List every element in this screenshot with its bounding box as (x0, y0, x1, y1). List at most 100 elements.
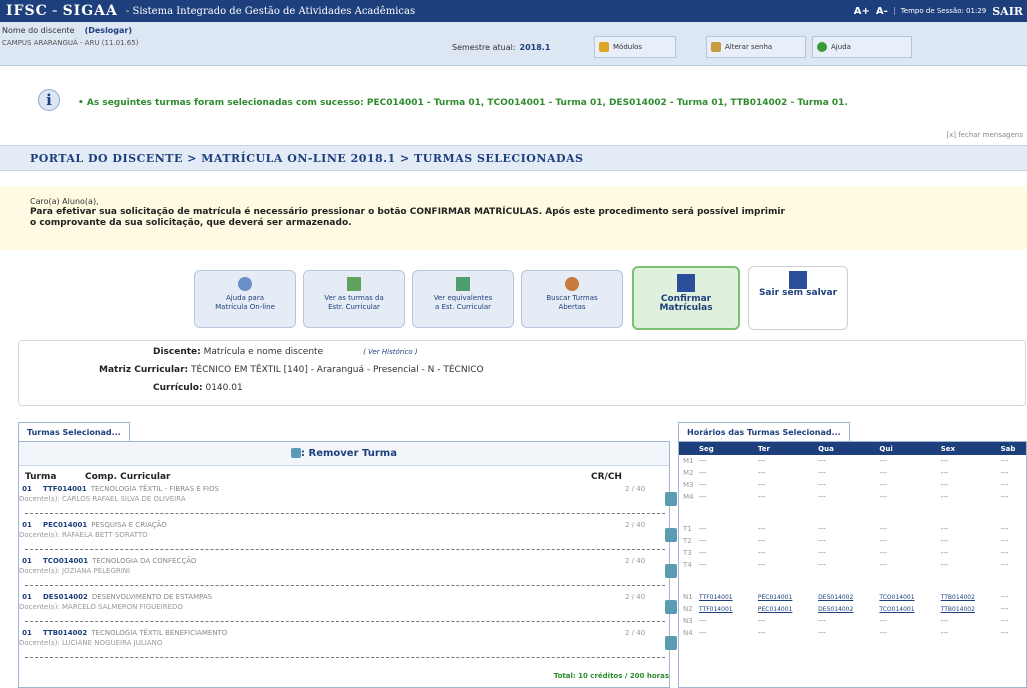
schedule-class-link[interactable]: TTB014002 (937, 603, 997, 615)
schedule-class-link[interactable]: TTF014001 (695, 603, 754, 615)
schedule-cell: --- (818, 617, 826, 625)
confirm-line-2: Matrículas (659, 303, 713, 313)
turma-number: 01 (22, 521, 32, 529)
equivalents-icon (456, 277, 470, 291)
schedule-row: M1 --- --- --- --- --- --- (679, 455, 1026, 467)
schedule-class-link[interactable]: TCO014001 (875, 603, 936, 615)
semester-info: Semestre atual: 2018.1 (452, 43, 550, 52)
schedule-slot-label: T3 (683, 549, 692, 557)
schedule-cell: --- (757, 537, 766, 545)
schedule-class-link[interactable]: PEC014001 (754, 591, 814, 603)
logout-link[interactable]: (Deslogar) (85, 26, 132, 35)
schedule-cell: --- (1000, 481, 1009, 489)
app-brand[interactable]: IFSC - SIGAA (6, 3, 118, 19)
history-link[interactable]: ( Ver Histórico ) (363, 348, 418, 356)
col-comp-curricular: Comp. Curricular (85, 472, 171, 482)
component-cell: TTF014001 TECNOLOGIA TÊXTIL - FIBRAS E FI… (43, 485, 219, 493)
schedule-class-link[interactable]: DES014002 (814, 603, 875, 615)
close-messages-link[interactable]: [x] fechar mensagens (946, 131, 1023, 139)
docente: Docente(s): LUCIANE NOGUEIRA JULIANO (19, 639, 163, 647)
schedule-panel: Seg Ter Qua Qui Sex Sab M1 --- --- --- --- --- --- M… (678, 441, 1027, 688)
schedule-day-header: Sab (996, 442, 1026, 455)
schedule-row: M2 --- --- --- --- --- --- (679, 467, 1026, 479)
cr-ch-value: 2 / 40 (625, 557, 646, 565)
schedule-cell: --- (757, 629, 766, 637)
schedule-cell: --- (879, 469, 887, 477)
tab-selected-classes[interactable]: Turmas Selecionad... (18, 422, 130, 442)
cr-ch-value: 2 / 40 (625, 485, 646, 493)
component-code[interactable]: PEC014001 (43, 521, 87, 529)
schedule-cell: --- (940, 481, 949, 489)
matriz-value: TÉCNICO EM TÊXTIL [140] - Araranguá - Pr… (191, 365, 484, 375)
schedule-cell: --- (1000, 537, 1009, 545)
component-code[interactable]: DES014002 (43, 593, 88, 601)
schedule-class-link[interactable]: TTF014001 (695, 591, 754, 603)
schedule-cell: --- (818, 457, 826, 465)
brand-separator: - (51, 3, 59, 19)
component-name: PESQUISA E CRIAÇÃO (91, 521, 167, 529)
remove-class-icon[interactable] (665, 528, 677, 542)
remove-class-icon[interactable] (665, 600, 677, 614)
modules-button[interactable]: Módulos (594, 36, 676, 58)
component-cell: PEC014001 PESQUISA E CRIAÇÃO (43, 521, 167, 529)
search-open-classes-button[interactable]: Buscar Turmas Abertas (521, 270, 623, 328)
schedule-cell: --- (699, 537, 707, 545)
font-increase-button[interactable]: A+ (854, 6, 870, 17)
curricular-classes-button[interactable]: Ver as turmas da Estr. Curricular (303, 270, 405, 328)
help-button[interactable]: Ajuda (812, 36, 912, 58)
schedule-cell: --- (699, 629, 707, 637)
schedule-cell: --- (1000, 549, 1009, 557)
schedule-cell: --- (699, 617, 707, 625)
equivalents-line-2: a Est. Curricular (434, 303, 492, 311)
schedule-cell: --- (818, 481, 826, 489)
remove-class-icon[interactable] (665, 492, 677, 506)
schedule-slot-label: M3 (683, 481, 694, 489)
schedule-class-link[interactable]: DES014002 (814, 591, 875, 603)
remove-label: : Remover Turma (301, 448, 397, 459)
schedule-cell: --- (757, 617, 766, 625)
font-decrease-button[interactable]: A- (876, 6, 888, 17)
campus-label: CAMPUS ARARANGUÁ - ARU (11.01.65) (2, 39, 139, 47)
exit-button[interactable]: SAIR (992, 5, 1023, 18)
schedule-cell: --- (757, 561, 766, 569)
component-code[interactable]: TTF014001 (43, 485, 87, 493)
component-code[interactable]: TCO014001 (43, 557, 88, 565)
schedule-gap (679, 581, 1026, 591)
confirm-enrollment-button[interactable]: Confirmar Matrículas (632, 266, 740, 330)
schedule-class-link[interactable]: TCO014001 (875, 591, 936, 603)
schedule-slot-label: N2 (683, 605, 693, 613)
schedule-cell: --- (879, 537, 887, 545)
schedule-gap-cell (679, 503, 1026, 513)
schedule-cell: --- (818, 549, 826, 557)
exit-without-saving-button[interactable]: Sair sem salvar (748, 266, 848, 330)
cr-ch-value: 2 / 40 (625, 593, 646, 601)
brand-ifsc: IFSC (6, 3, 48, 19)
component-code[interactable]: TTB014002 (43, 629, 87, 637)
schedule-class-link[interactable]: TTB014002 (937, 591, 997, 603)
equivalents-line-1: Ver equivalentes (433, 294, 493, 302)
remove-class-icon[interactable] (665, 564, 677, 578)
user-bar: Nome do discente (Deslogar) CAMPUS ARARAN… (0, 22, 1027, 66)
help-enrollment-button[interactable]: Ajuda para Matrícula On-line (194, 270, 296, 328)
schedule-cell: --- (757, 481, 766, 489)
info-icon: i (38, 89, 60, 111)
equivalents-button[interactable]: Ver equivalentes a Est. Curricular (412, 270, 514, 328)
change-password-button[interactable]: Alterar senha (706, 36, 806, 58)
discente-value: Matrícula e nome discente (203, 347, 324, 357)
schedule-day-header: Sex (936, 442, 997, 455)
schedule-slot-label: M1 (683, 457, 694, 465)
remove-class-icon[interactable] (665, 636, 677, 650)
schedule-cell: --- (818, 525, 826, 533)
component-name: TECNOLOGIA TÊXTIL BENEFICIAMENTO (91, 629, 228, 637)
curricular-line-1: Ver as turmas da (324, 294, 384, 302)
schedule-class-link[interactable]: PEC014001 (754, 603, 814, 615)
schedule-corner (679, 442, 695, 455)
key-icon (711, 42, 721, 52)
schedule-cell: --- (1000, 525, 1009, 533)
schedule-cell: --- (1000, 493, 1009, 501)
schedule-cell: --- (879, 549, 887, 557)
schedule-day-header: Qui (875, 442, 937, 455)
schedule-row: N4 --- --- --- --- --- --- (679, 627, 1026, 639)
brand-dash: - (125, 5, 130, 17)
tab-class-schedule[interactable]: Horários das Turmas Selecionad... (678, 422, 850, 442)
